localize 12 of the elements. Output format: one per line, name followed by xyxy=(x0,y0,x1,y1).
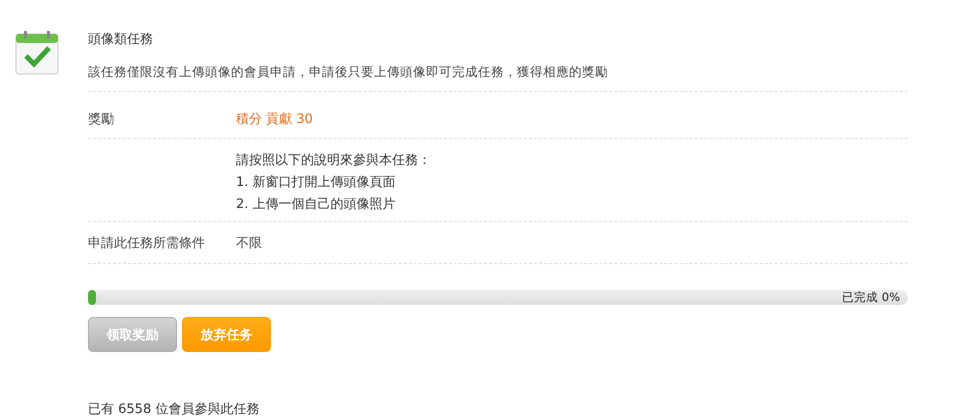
reward-label: 獎勵 xyxy=(88,111,115,128)
progress-reading: 已完成 0% xyxy=(842,290,900,305)
task-description: 該任務僅限沒有上傳頭像的會員申請，申請後只要上傳頭像即可完成任務，獲得相應的獎勵 xyxy=(88,63,609,81)
condition-label: 申請此任務所需條件 xyxy=(88,235,206,252)
instruction-step: 2. 上傳一個自己的頭像照片 xyxy=(236,195,908,213)
task-title: 頭像類任務 xyxy=(88,31,154,49)
reward-value: 積分 貢獻 30 xyxy=(236,111,314,128)
participants-count: 已有 6558 位會員參與此任務 xyxy=(88,401,260,418)
instruction-step: 1. 新窗口打開上傳頭像頁面 xyxy=(236,173,908,191)
abandon-task-button[interactable]: 放弃任务 xyxy=(182,317,271,352)
instructions-heading: 請按照以下的說明來參與本任務： xyxy=(236,152,432,169)
condition-value: 不限 xyxy=(236,235,263,252)
